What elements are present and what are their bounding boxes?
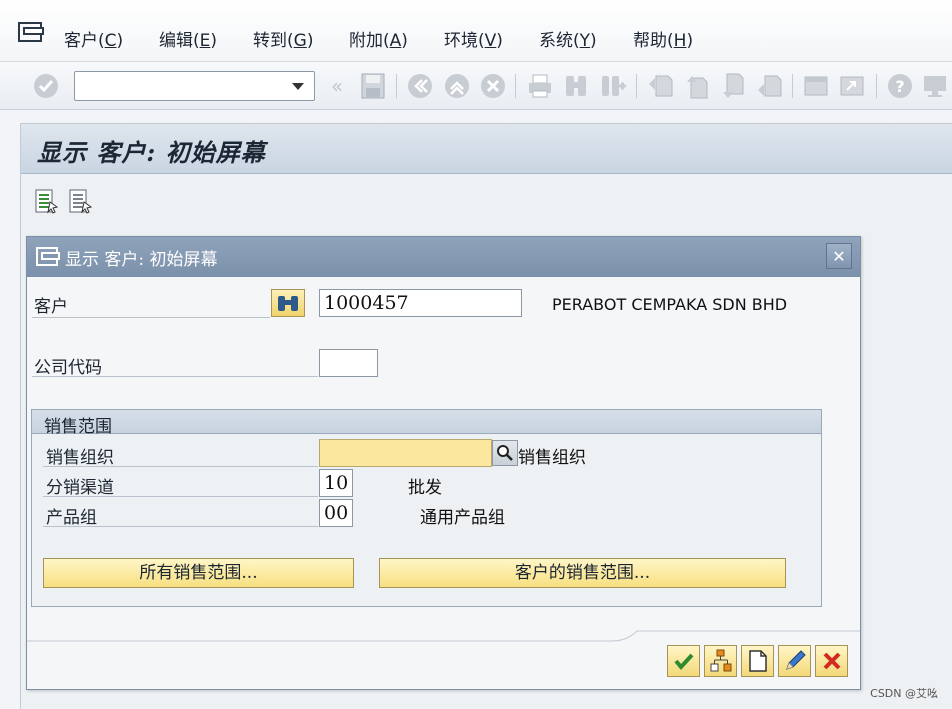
last-page-icon[interactable] (754, 71, 784, 101)
company-code-label: 公司代码 (34, 358, 102, 378)
first-page-icon[interactable] (645, 71, 675, 101)
standard-toolbar: « ? (0, 62, 952, 110)
menu-system[interactable]: 系统(Y) (539, 26, 597, 51)
binoculars-icon (278, 296, 298, 311)
customer-label: 客户 (34, 297, 68, 317)
edit-button[interactable] (778, 645, 811, 677)
customer-field[interactable]: 1000457 (319, 289, 522, 317)
dialog-title-bar[interactable]: 显示 客户: 初始屏幕 ✕ (27, 237, 860, 277)
search-icon (497, 445, 513, 461)
new-document-icon (748, 650, 767, 672)
division-field[interactable]: 00 (319, 499, 353, 527)
layout-icon[interactable] (920, 71, 950, 101)
sales-org-field[interactable] (319, 439, 492, 467)
dialog-footer-divider (27, 630, 860, 642)
page-title: 显示 客户: 初始屏幕 (37, 138, 266, 167)
find-icon[interactable] (561, 71, 591, 101)
cancel-button[interactable] (815, 645, 848, 677)
find-next-icon[interactable] (598, 71, 628, 101)
shortcut-icon[interactable] (837, 71, 867, 101)
print-icon[interactable] (525, 71, 555, 101)
all-sales-areas-button[interactable]: 所有销售范围... (43, 558, 354, 588)
distribution-channel-desc: 批发 (408, 478, 442, 498)
command-field[interactable] (74, 71, 315, 101)
cancel-x-icon (823, 652, 840, 670)
hierarchy-icon (710, 649, 731, 672)
close-icon[interactable]: ✕ (826, 243, 852, 269)
dialog-title: 显示 客户: 初始屏幕 (65, 250, 218, 270)
customer-search-button[interactable] (271, 289, 305, 317)
exit-icon[interactable] (442, 71, 472, 101)
company-code-field[interactable] (319, 349, 378, 377)
watermark: CSDN @艾吆 (870, 687, 938, 700)
menu-bar: 客户(C) 编辑(E) 转到(G) 附加(A) 环境(V) 系统(Y) 帮助(H… (0, 0, 952, 62)
previous-page-icon[interactable] (682, 71, 712, 101)
sales-org-label: 销售组织 (46, 448, 114, 468)
menu-toggle-icon[interactable] (18, 22, 44, 44)
chevron-down-icon[interactable] (292, 83, 304, 90)
menu-help[interactable]: 帮助(H) (633, 26, 693, 51)
checkmark-icon (673, 653, 693, 671)
back-icon[interactable] (405, 71, 435, 101)
sales-area-header: 销售范围 (32, 410, 821, 437)
application-toolbar (21, 174, 952, 226)
window-icon (36, 247, 60, 266)
pencil-icon (785, 650, 806, 670)
display-list-icon[interactable] (33, 188, 59, 214)
new-session-icon[interactable] (801, 71, 831, 101)
division-label: 产品组 (46, 508, 97, 528)
create-button[interactable] (741, 645, 774, 677)
distribution-channel-field[interactable]: 10 (319, 469, 353, 497)
hierarchy-button[interactable] (704, 645, 737, 677)
sales-area-title: 销售范围 (44, 417, 112, 437)
svg-text:?: ? (895, 77, 904, 96)
customer-name: PERABOT CEMPAKA SDN BHD (552, 295, 788, 314)
back-arrows-icon: « (330, 74, 344, 98)
title-bar: 显示 客户: 初始屏幕 (21, 124, 952, 174)
document-pointer-icon[interactable] (67, 188, 93, 214)
division-desc: 通用产品组 (420, 508, 505, 528)
sales-org-desc: 销售组织 (518, 448, 586, 468)
menu-goto[interactable]: 转到(G) (253, 26, 313, 51)
menu-extras[interactable]: 附加(A) (349, 26, 408, 51)
distribution-channel-label: 分销渠道 (46, 478, 114, 498)
customer-sales-areas-button[interactable]: 客户的销售范围... (379, 558, 786, 588)
next-page-icon[interactable] (718, 71, 748, 101)
help-icon[interactable]: ? (885, 71, 915, 101)
continue-button[interactable] (667, 645, 700, 677)
cancel-icon[interactable] (478, 71, 508, 101)
search-help-button[interactable] (492, 440, 518, 466)
save-icon[interactable] (358, 71, 388, 101)
menu-customer[interactable]: 客户(C) (64, 26, 123, 51)
enter-icon[interactable] (31, 71, 61, 101)
menu-edit[interactable]: 编辑(E) (159, 26, 217, 51)
menu-environment[interactable]: 环境(V) (444, 26, 503, 51)
